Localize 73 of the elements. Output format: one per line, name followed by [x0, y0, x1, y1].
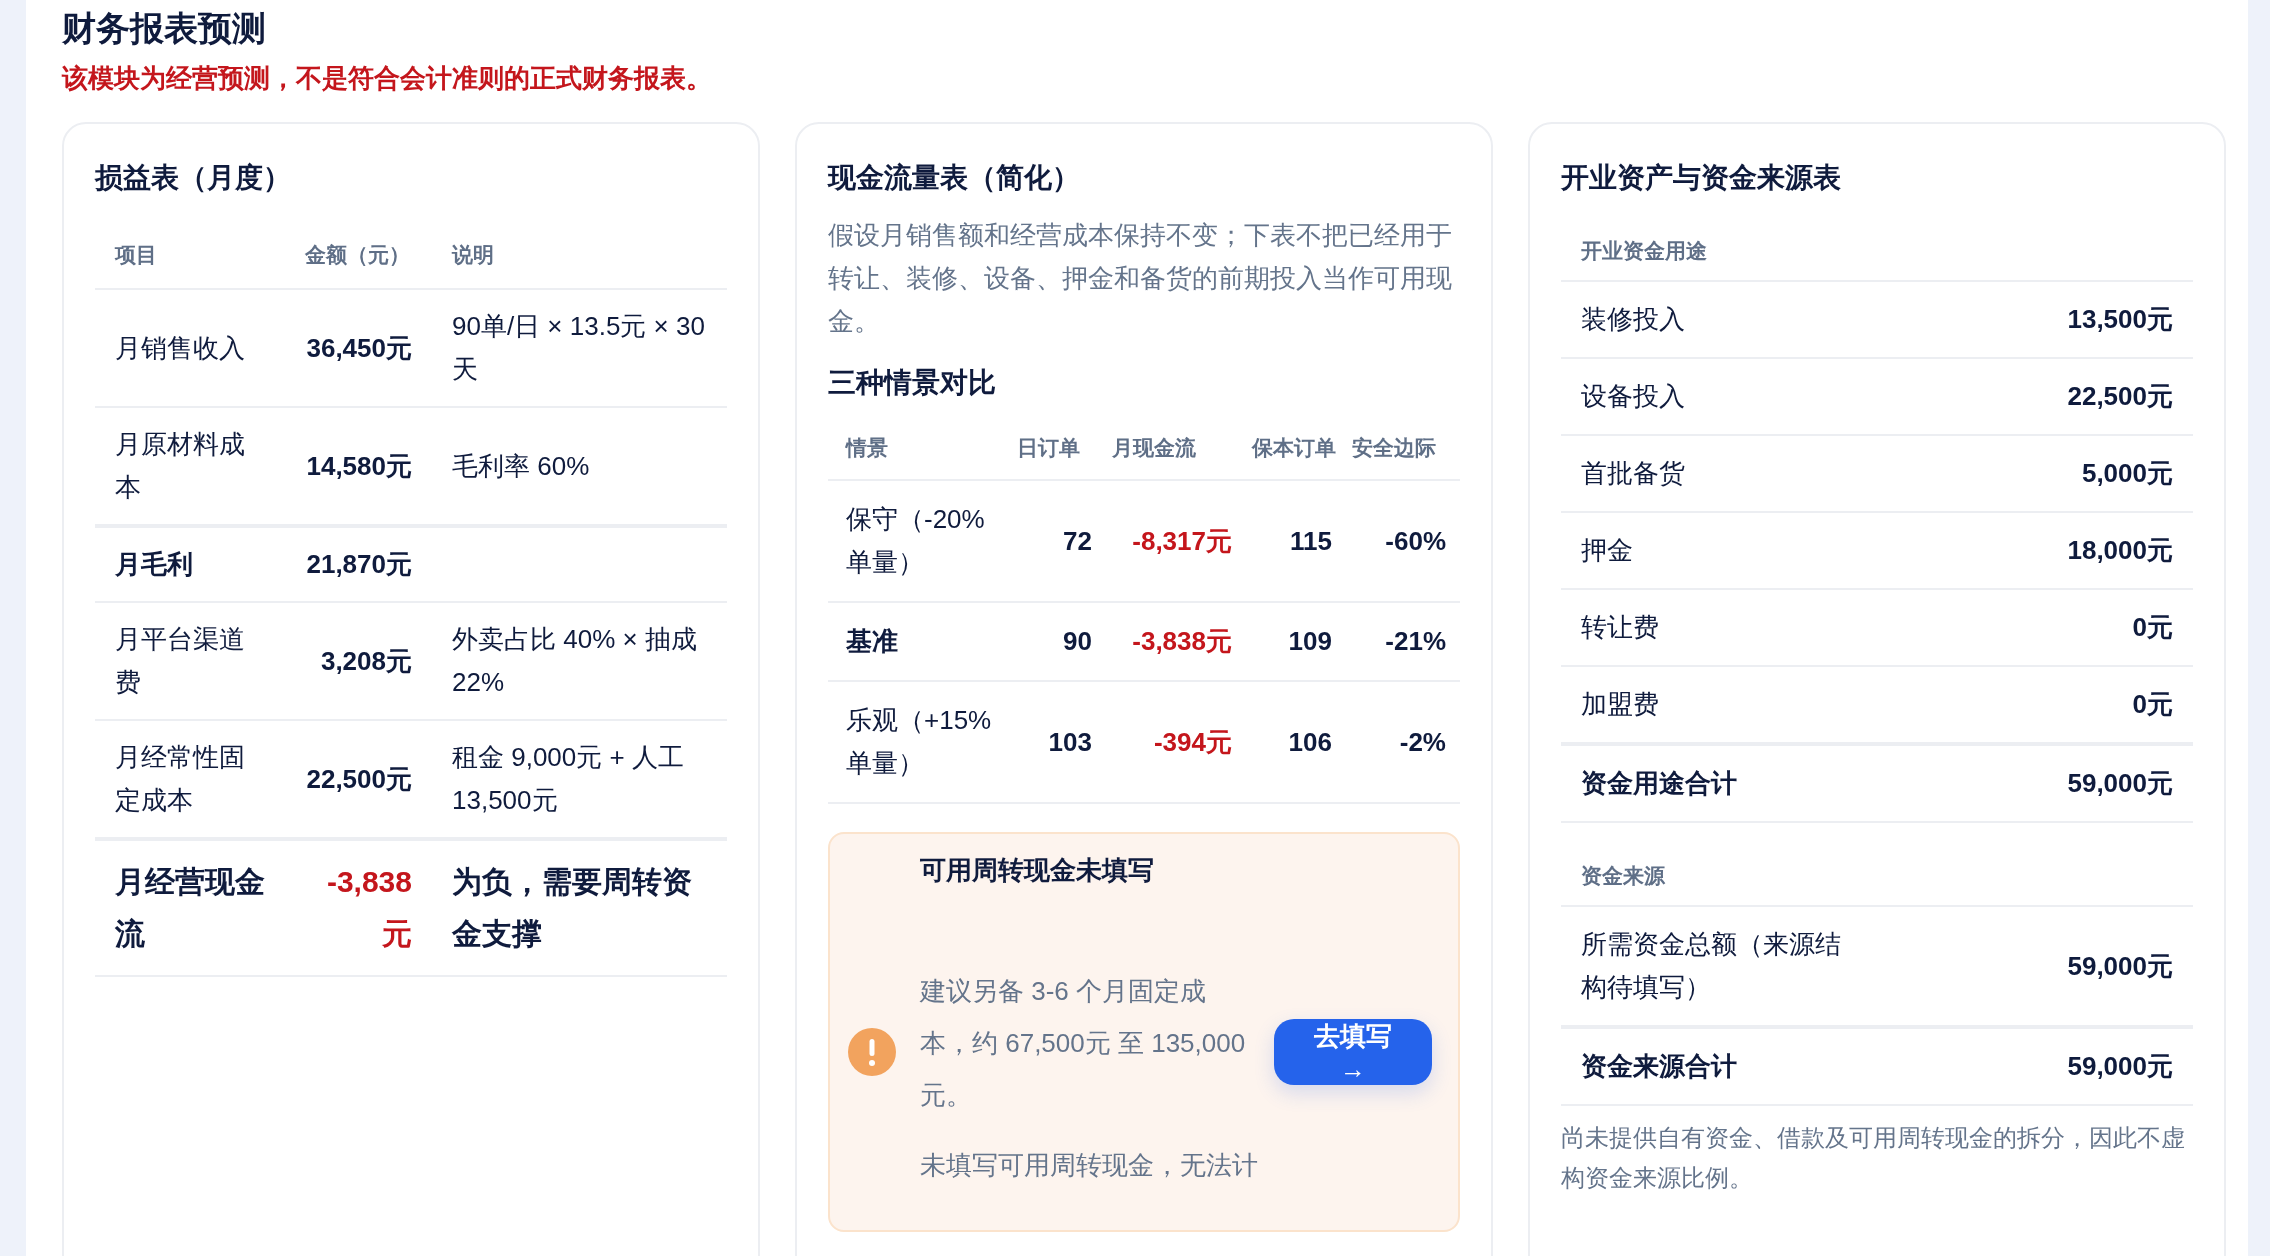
table-cell: 保守（-20%单量） — [828, 480, 1011, 602]
table-cell: 为负，需要周转资金支撑 — [432, 839, 727, 976]
page-title: 财务报表预测 — [62, 8, 266, 49]
column-header: 说明 — [432, 222, 727, 289]
table-cell: 5,000元 — [1877, 435, 2193, 512]
table-cell: -394元 — [1106, 681, 1246, 803]
table-cell: 13,500元 — [1877, 281, 2193, 358]
table-cell: 59,000元 — [1877, 906, 2193, 1027]
table-cell: 0元 — [1877, 589, 2193, 666]
table-cell: 109 — [1246, 602, 1346, 681]
table-cell: -2% — [1346, 681, 1460, 803]
table-cell: -8,317元 — [1106, 480, 1246, 602]
table-cell: 90单/日 × 13.5元 × 30天 — [432, 289, 727, 407]
table-cell: 22,500元 — [285, 720, 432, 839]
table-cell: 月经营现金流 — [95, 839, 285, 976]
table-cell: 月销售收入 — [95, 289, 285, 407]
table-cell: 59,000元 — [1877, 1027, 2193, 1105]
table-cell: 转让费 — [1561, 589, 1877, 666]
table-cell: 资金用途合计 — [1561, 744, 1877, 822]
table-cell: 月平台渠道费 — [95, 602, 285, 720]
warning-icon — [848, 1028, 896, 1076]
table-cell: 押金 — [1561, 512, 1877, 589]
warning-text: 未填写可用周转现金，无法计 — [920, 1149, 1258, 1183]
section-heading: 开业资金用途 — [1581, 239, 1707, 262]
column-header: 保本订单 — [1246, 417, 1346, 480]
warning-title: 可用周转现金未填写 — [920, 854, 1154, 887]
column-header: 项目 — [95, 222, 285, 289]
warning-text: 建议另备 3-6 个月固定成本，约 67,500元 至 135,000元。 — [920, 974, 1247, 1112]
table-cell: 首批备货 — [1561, 435, 1877, 512]
table-cell: 设备投入 — [1561, 358, 1877, 435]
table-cell: -3,838元 — [285, 839, 432, 976]
table-cell: 所需资金总额（来源结构待填写） — [1561, 906, 1877, 1027]
table-cell: 月经常性固定成本 — [95, 720, 285, 839]
section-heading: 资金来源 — [1581, 864, 1665, 887]
description-text: 假设月销售额和经营成本保持不变；下表不把已经用于转让、装修、设备、押金和备货的前期投入当作可用现金。 — [828, 219, 1453, 338]
table-cell: 月毛利 — [95, 526, 285, 602]
card-title: 损益表（月度） — [95, 161, 291, 195]
table-cell: 毛利率 60% — [432, 407, 727, 526]
column-header: 日订单 — [1011, 417, 1106, 480]
table-cell: 0元 — [1877, 666, 2193, 744]
table-cell: -21% — [1346, 602, 1460, 681]
table-cell: 装修投入 — [1561, 281, 1877, 358]
table-cell: 90 — [1011, 602, 1106, 681]
table-cell: 基准 — [828, 602, 1011, 681]
table-cell: 资金来源合计 — [1561, 1027, 1877, 1105]
table-cell: 乐观（+15%单量） — [828, 681, 1011, 803]
table-cell: 115 — [1246, 480, 1346, 602]
table-cell: 22,500元 — [1877, 358, 2193, 435]
table-cell: 36,450元 — [285, 289, 432, 407]
table-cell: -60% — [1346, 480, 1460, 602]
table-cell: 103 — [1011, 681, 1106, 803]
table-cell: 59,000元 — [1877, 744, 2193, 822]
table-cell: 租金 9,000元 + 人工 13,500元 — [432, 720, 727, 839]
section-title: 三种情景对比 — [828, 366, 996, 400]
table-cell: 14,580元 — [285, 407, 432, 526]
fill-in-button[interactable]: 去填写 → — [1274, 1019, 1432, 1085]
footnote-text: 尚未提供自有资金、借款及可用周转现金的拆分，因此不虚构资金来源比例。 — [1561, 1123, 2186, 1193]
table-cell: 106 — [1246, 681, 1346, 803]
column-header: 安全边际 — [1346, 417, 1460, 480]
table-cell: 月原材料成本 — [95, 407, 285, 526]
table-cell: -3,838元 — [1106, 602, 1246, 681]
table-cell: 3,208元 — [285, 602, 432, 720]
card-title: 现金流量表（简化） — [828, 161, 1080, 195]
table-cell: 18,000元 — [1877, 512, 2193, 589]
column-header: 月现金流 — [1106, 417, 1246, 480]
column-header: 金额（元） — [285, 222, 432, 289]
disclaimer-text: 该模块为经营预测，不是符合会计准则的正式财务报表。 — [62, 62, 712, 95]
table-cell: 21,870元 — [285, 526, 432, 602]
table-cell: 加盟费 — [1561, 666, 1877, 744]
table-cell: 72 — [1011, 480, 1106, 602]
table-cell: 外卖占比 40% × 抽成 22% — [432, 602, 727, 720]
card-title: 开业资产与资金来源表 — [1561, 161, 1841, 195]
column-header: 情景 — [828, 417, 1011, 480]
